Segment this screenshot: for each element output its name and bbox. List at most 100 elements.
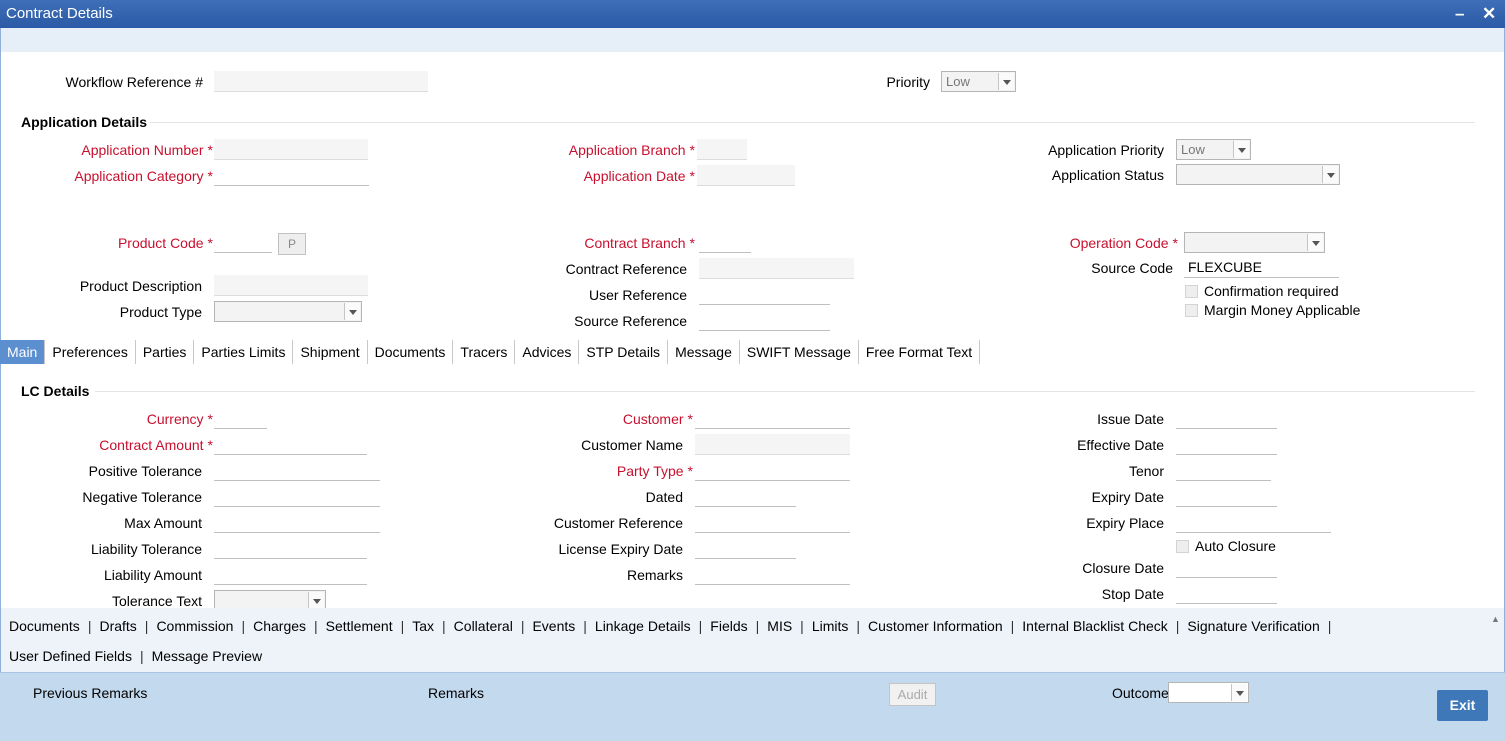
application-status-select[interactable] [1176,164,1340,185]
closure-date-input[interactable] [1176,557,1277,578]
auto-closure-checkbox[interactable] [1176,540,1189,553]
expiry-date-input[interactable] [1176,486,1277,507]
outcome-label: Outcome [1112,685,1169,701]
application-category-label: Application Category * [74,168,213,184]
subsystem-link-mis[interactable]: MIS [759,618,800,634]
tab-swift-message[interactable]: SWIFT Message [740,340,859,364]
audit-button[interactable]: Audit [889,683,936,706]
tab-stp-details[interactable]: STP Details [579,340,669,364]
subsystem-link-fields[interactable]: Fields [702,618,755,634]
application-branch-text: Application Branch [568,142,686,158]
liability-tolerance-label: Liability Tolerance [90,541,202,557]
subsystem-link-signature-verification[interactable]: Signature Verification [1179,618,1327,634]
max-amount-input[interactable] [214,512,380,533]
tab-preferences[interactable]: Preferences [45,340,136,364]
outcome-select[interactable] [1168,682,1249,703]
source-reference-input[interactable] [699,310,830,331]
tab-free-format-text[interactable]: Free Format Text [859,340,981,364]
application-date-text: Application Date [583,168,686,184]
contract-branch-label: Contract Branch * [584,235,695,251]
customer-reference-label: Customer Reference [553,515,683,531]
previous-remarks-link[interactable]: Previous Remarks [33,685,147,701]
minimize-icon[interactable]: – [1455,4,1464,24]
subsystem-link-internal-blacklist-check[interactable]: Internal Blacklist Check [1014,618,1176,634]
customer-name-input[interactable] [695,434,850,455]
remarks-input[interactable] [695,564,850,585]
remarks-link[interactable]: Remarks [428,685,484,701]
product-description-input[interactable] [214,275,368,296]
issue-date-input[interactable] [1176,408,1277,429]
auto-closure-label: Auto Closure [1195,538,1276,554]
footer-bar: Previous Remarks Remarks Audit Outcome E… [0,672,1505,741]
application-branch-input[interactable] [697,139,747,160]
stop-date-input[interactable] [1176,583,1277,604]
negative-tolerance-label: Negative Tolerance [82,489,202,505]
customer-reference-input[interactable] [695,512,850,533]
dated-input[interactable] [695,486,796,507]
tab-parties-limits[interactable]: Parties Limits [194,340,294,364]
positive-tolerance-input[interactable] [214,460,380,481]
tab-documents[interactable]: Documents [368,340,454,364]
confirmation-required-checkbox[interactable] [1185,285,1198,298]
currency-input[interactable] [214,408,267,429]
operation-code-select[interactable] [1184,232,1325,253]
dated-label: Dated [645,489,683,505]
exit-button[interactable]: Exit [1437,690,1488,721]
contract-reference-input[interactable] [699,258,854,279]
tab-main[interactable]: Main [0,340,46,364]
margin-money-checkbox[interactable] [1185,304,1198,317]
subsystem-link-settlement[interactable]: Settlement [318,618,401,634]
subsystem-link-events[interactable]: Events [524,618,583,634]
subsystem-link-tax[interactable]: Tax [404,618,442,634]
tenor-input[interactable] [1176,460,1271,481]
subsystem-link-customer-information[interactable]: Customer Information [860,618,1011,634]
application-date-input[interactable] [697,165,795,186]
tab-advices[interactable]: Advices [515,340,580,364]
user-reference-input[interactable] [699,284,830,305]
subsystem-link-user-defined-fields[interactable]: User Defined Fields [1,648,140,664]
liability-tolerance-input[interactable] [214,538,367,559]
liability-amount-input[interactable] [214,564,367,585]
tenor-label: Tenor [1128,463,1164,479]
source-code-input[interactable] [1184,257,1339,278]
subsystem-link-limits[interactable]: Limits [804,618,857,634]
party-type-text: Party Type [616,463,684,479]
contract-amount-input[interactable] [214,434,367,455]
section-divider [150,122,1475,123]
subsystem-link-charges[interactable]: Charges [245,618,314,634]
subsystem-link-collateral[interactable]: Collateral [446,618,521,634]
product-lov-button[interactable]: P [278,233,306,255]
tab-tracers[interactable]: Tracers [453,340,516,364]
subsystem-link-drafts[interactable]: Drafts [91,618,144,634]
chevron-down-icon [1307,234,1323,251]
tab-parties[interactable]: Parties [136,340,195,364]
customer-input[interactable] [695,408,850,429]
product-type-select[interactable] [214,301,362,322]
link-separator: | [1327,618,1332,634]
party-type-input[interactable] [695,460,850,481]
application-priority-select[interactable]: Low [1176,139,1251,160]
tab-shipment[interactable]: Shipment [293,340,368,364]
application-category-text: Application Category [74,168,204,184]
window-title: Contract Details [6,5,113,22]
priority-value: Low [946,74,970,89]
scroll-up-icon[interactable]: ▲ [1491,614,1500,624]
contract-branch-input[interactable] [699,232,751,253]
workflow-reference-input[interactable] [214,71,428,92]
effective-date-input[interactable] [1176,434,1277,455]
contract-branch-text: Contract Branch [584,235,686,251]
application-number-input[interactable] [214,139,368,160]
stop-date-label: Stop Date [1101,586,1164,602]
subsystem-link-message-preview[interactable]: Message Preview [144,648,271,664]
subsystem-link-documents[interactable]: Documents [1,618,88,634]
priority-select[interactable]: Low [941,71,1016,92]
subsystem-link-commission[interactable]: Commission [148,618,241,634]
expiry-place-input[interactable] [1176,512,1331,533]
tab-message[interactable]: Message [668,340,740,364]
product-code-input[interactable] [214,232,272,253]
close-icon[interactable]: ✕ [1482,4,1496,24]
application-category-input[interactable] [214,165,369,186]
negative-tolerance-input[interactable] [214,486,380,507]
license-expiry-date-input[interactable] [695,538,796,559]
subsystem-link-linkage-details[interactable]: Linkage Details [587,618,699,634]
